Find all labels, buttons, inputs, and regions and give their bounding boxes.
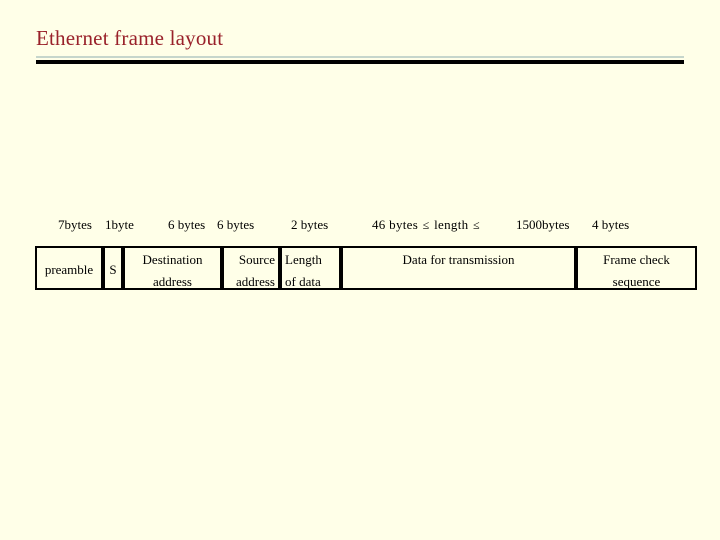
frame-field-destination: Destination address xyxy=(123,246,222,290)
frame-field-label: Length of data xyxy=(282,248,339,289)
frame-field-line: sequence xyxy=(612,274,661,289)
frame-field-line: S xyxy=(109,262,117,277)
data-length-range-label: 46 bytes ≤ length ≤ xyxy=(372,216,481,234)
byte-size-label: 6 bytes xyxy=(217,217,255,232)
title-divider xyxy=(36,56,684,65)
frame-field-sfd: S xyxy=(103,246,123,290)
less-equal-icon: ≤ xyxy=(422,218,430,232)
frame-field-length: Length of data xyxy=(280,246,341,290)
frame-field-data: Data for transmission xyxy=(341,246,576,290)
byte-size-label: 1500bytes xyxy=(516,217,570,232)
byte-size-label: 7bytes xyxy=(58,217,92,232)
byte-size-label: 2 bytes xyxy=(291,217,329,232)
frame-field-line: address xyxy=(236,274,275,289)
frame-field-label: preamble xyxy=(37,248,101,288)
byte-size-label-row: 7bytes 1byte 6 bytes 6 bytes 2 bytes 1500byte… xyxy=(0,216,720,238)
less-equal-icon: ≤ xyxy=(472,218,480,232)
frame-field-source: Source address xyxy=(222,246,280,290)
frame-field-line: Length xyxy=(285,252,322,267)
frame-field-line: of data xyxy=(285,274,321,289)
frame-field-line: Data for transmission xyxy=(402,252,515,267)
frame-field-line: address xyxy=(153,274,192,289)
data-length-min: 46 bytes xyxy=(372,217,419,232)
frame-field-line: preamble xyxy=(44,262,94,277)
frame-field-preamble: preamble xyxy=(35,246,103,290)
ethernet-frame-diagram: preamble S Destination address Source address… xyxy=(35,246,697,290)
byte-size-label: 1byte xyxy=(105,217,134,232)
frame-field-label: Destination address xyxy=(125,248,220,289)
frame-field-line: Destination xyxy=(142,252,203,267)
byte-size-label: 6 bytes xyxy=(168,217,206,232)
frame-field-label: Source address xyxy=(224,248,278,289)
slide-canvas: Ethernet frame layout 7bytes 1byte 6 bytes… xyxy=(0,0,720,540)
frame-field-label: Frame check sequence xyxy=(578,248,695,289)
frame-field-line: Frame check xyxy=(603,252,670,267)
frame-field-frame-check: Frame check sequence xyxy=(576,246,697,290)
data-length-word: length xyxy=(434,217,469,232)
byte-size-label: 4 bytes xyxy=(592,217,630,232)
divider-line-dark xyxy=(36,60,684,64)
page-title: Ethernet frame layout xyxy=(36,26,224,50)
frame-field-label: S xyxy=(105,248,121,288)
frame-field-label: Data for transmission xyxy=(343,248,574,269)
frame-field-line: Source xyxy=(238,252,275,267)
